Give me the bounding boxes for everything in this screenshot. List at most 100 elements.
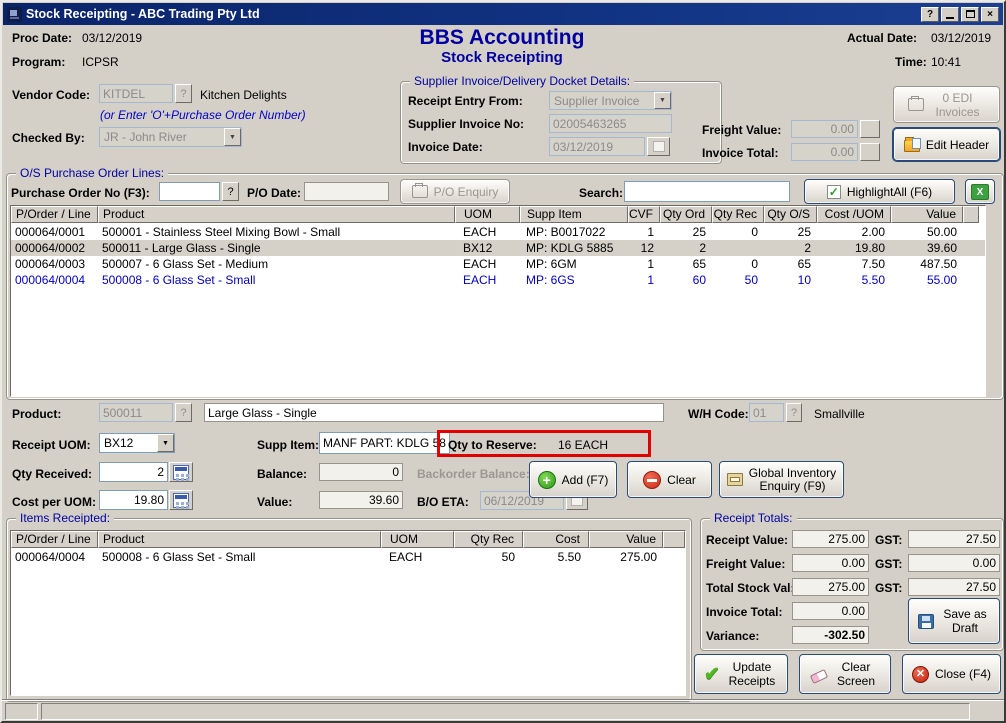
invoice-total-field[interactable] [791,143,858,161]
cost-per-uom-calc-button[interactable] [169,490,193,510]
po-enquiry-button[interactable]: P/O Enquiry [400,179,510,204]
screen-title: Stock Receipting [332,49,672,66]
vendor-lookup-button[interactable]: ? [175,84,192,103]
highlight-all-button[interactable]: ✓ HighlightAll (F6) [804,179,955,204]
clear-screen-button[interactable]: Clear Screen [799,654,891,694]
invoice-date-calendar-button[interactable] [647,137,670,156]
edit-header-button[interactable]: Edit Header [893,128,1000,161]
cell-qty-os: 25 [764,224,817,240]
receipt-uom-label: Receipt UOM: [12,438,91,452]
wh-name: Smallville [814,407,865,421]
close-x-icon: ✕ [912,666,929,683]
calculator-icon [173,493,189,508]
cell-value: 50.00 [891,224,963,240]
cell-cvf: 1 [628,224,660,240]
close-button[interactable]: × [981,7,999,22]
qty-received-field[interactable] [99,462,168,482]
save-draft-button[interactable]: Save as Draft [908,598,1000,644]
qty-received-label: Qty Received: [12,467,92,481]
receipt-uom-dropdown[interactable]: BX12 ▼ [99,433,175,453]
supp-item-field[interactable] [319,432,450,454]
update-receipts-label: Update Receipts [726,660,778,688]
cell-po-line: 000064/0001 [11,224,98,240]
header-cost: Cost [523,531,589,548]
edi-invoices-button[interactable]: 0 EDI Invoices [893,86,1000,123]
header-value: Value [589,531,663,548]
freight-total-field[interactable] [792,554,869,572]
header-po-line: P/Order / Line [11,206,98,223]
vendor-code-field[interactable] [99,84,173,103]
variance-field[interactable] [792,626,869,644]
qty-to-reserve-label: Qty to Reserve: [448,438,537,452]
value-field[interactable] [319,491,403,509]
bo-eta-label: B/O ETA: [417,495,469,509]
freight-value-label: Freight Value: [702,123,781,137]
invoice-total-sum-field[interactable] [792,602,869,620]
cell-qty-ord: 25 [660,224,712,240]
cell-qty-rec: 50 [454,549,523,565]
table-row[interactable]: 000064/0004 500008 - 6 Glass Set - Small… [11,549,685,565]
po-no-field[interactable] [159,182,220,201]
product-desc-field[interactable] [204,403,664,422]
qty-received-calc-button[interactable] [169,462,193,482]
cell-qty-ord: 2 [660,240,712,256]
proc-date-label: Proc Date: [12,31,72,45]
invoice-date-field[interactable] [549,137,645,156]
clear-line-button[interactable]: Clear [627,461,712,498]
vendor-hint: (or Enter 'O'+Purchase Order Number) [100,108,306,122]
export-excel-button[interactable]: X [965,179,995,204]
header-uom: UOM [455,206,520,223]
table-row[interactable]: 000064/0004 500008 - 6 Glass Set - Small… [11,272,985,288]
minimize-button[interactable] [941,7,959,22]
po-date-field[interactable] [304,182,389,201]
update-receipts-button[interactable]: ✔ Update Receipts [694,654,788,694]
green-check-icon: ✔ [704,665,720,684]
invoice-no-field[interactable] [549,114,672,133]
search-input[interactable] [624,181,790,202]
wh-code-field[interactable] [749,403,784,422]
table-row[interactable]: 000064/0001 500001 - Stainless Steel Mix… [11,224,985,240]
help-button[interactable]: ? [921,7,939,22]
gst3-field[interactable] [908,578,1000,596]
cell-qty-rec: 50 [712,272,764,288]
po-lookup-button[interactable]: ? [222,182,239,201]
receipt-value-field[interactable] [792,530,869,548]
po-enquiry-icon [412,185,428,198]
table-row[interactable]: 000064/0003 500007 - 6 Glass Set - Mediu… [11,256,985,272]
close-f4-button[interactable]: ✕ Close (F4) [902,654,1001,694]
freight-value-field[interactable] [791,120,858,138]
wh-lookup-button[interactable]: ? [786,403,802,422]
entry-from-dropdown[interactable]: Supplier Invoice ▼ [549,91,672,110]
header-qty-ord: Qty Ord [660,206,712,223]
cell-product: 500011 - Large Glass - Single [98,240,455,256]
window-title: Stock Receipting - ABC Trading Pty Ltd [26,7,260,21]
cell-qty-ord: 65 [660,256,712,272]
invoice-total-calc-button[interactable] [860,143,880,161]
clear-line-label: Clear [667,473,696,487]
table-row-selected[interactable]: 000064/0002 500011 - Large Glass - Singl… [11,240,985,256]
gst2-field[interactable] [908,554,1000,572]
edi-invoices-label: 0 EDI Invoices [930,91,986,119]
proc-date-value: 03/12/2019 [82,31,142,45]
title-bar: Stock Receipting - ABC Trading Pty Ltd ?… [3,3,1003,25]
add-button[interactable]: + Add (F7) [529,461,617,498]
calendar-icon [653,141,665,152]
maximize-button[interactable] [961,7,979,22]
total-stock-field[interactable] [792,578,869,596]
gst1-field[interactable] [908,530,1000,548]
cell-qty-rec: 0 [712,224,764,240]
global-inventory-button[interactable]: Global Inventory Enquiry (F9) [719,461,844,498]
receipt-uom-value: BX12 [100,436,157,450]
header-blank [663,531,685,548]
cost-per-uom-field[interactable] [99,490,168,510]
cell-supp-item: MP: KDLG 5885 [520,240,628,256]
product-lookup-button[interactable]: ? [175,403,192,422]
freight-calc-button[interactable] [860,120,880,138]
items-table-header: P/Order / Line Product UOM Qty Rec Cost … [11,531,685,548]
cell-po-line: 000064/0004 [11,272,98,288]
product-code-field[interactable] [99,403,173,422]
cell-value: 487.50 [891,256,963,272]
balance-field[interactable] [319,463,403,481]
invoice-total-sum-label: Invoice Total: [706,605,782,619]
checked-by-dropdown[interactable]: JR - John River ▼ [99,127,242,147]
